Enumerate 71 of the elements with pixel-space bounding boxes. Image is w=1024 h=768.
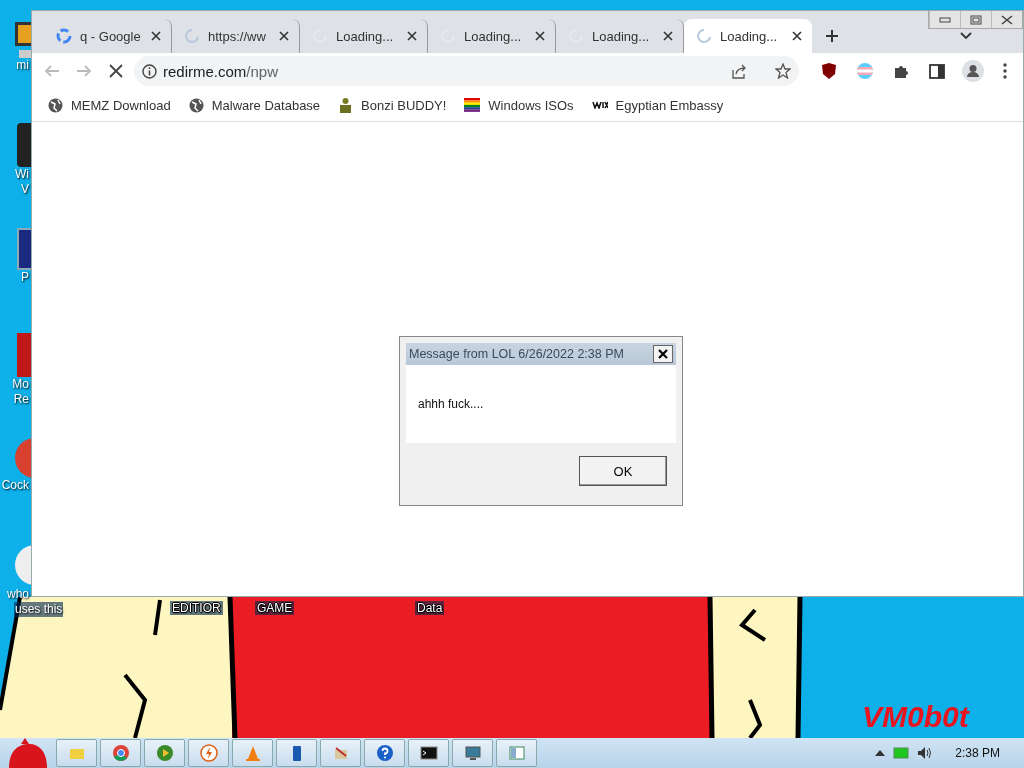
tab-title: q - Google [80,28,142,44]
icon-label: V [20,182,30,197]
close-icon[interactable] [663,31,673,41]
console-icon [419,744,438,762]
icon-label: mi [15,58,30,73]
globe-icon [188,97,204,113]
tab-title: https://ww [208,28,267,44]
info-icon[interactable] [142,63,157,79]
icon-label: Data [415,601,445,615]
spinner-icon [696,28,712,44]
icon-label: Re [12,392,30,407]
avatar-icon[interactable] [962,60,984,82]
window-icon [507,744,526,762]
dialog-message: ahhh fuck.... [418,397,484,411]
close-icon[interactable] [279,31,289,41]
clock[interactable]: 2:38 PM [955,746,1000,760]
browser-tab[interactable]: Loading... [684,19,812,53]
icon-label: P [20,270,30,285]
icon-label: Cock [0,478,30,493]
monitor-icon [463,744,482,762]
minimize-icon [939,16,951,23]
close-icon[interactable] [151,31,161,41]
bookmark-link[interactable]: Egyptian Embassy [591,97,724,113]
rainbow-flag-icon [464,98,481,112]
lightning-icon [199,744,218,762]
traffic-cone-icon [243,744,262,762]
up-arrow-icon[interactable] [875,750,886,756]
help-icon [375,744,394,762]
side-panel-icon[interactable] [929,63,945,79]
tab-title: Loading... [336,28,395,44]
close-button[interactable] [653,345,673,363]
tab-title: Loading... [464,28,523,44]
restore-icon [970,14,982,25]
tab-title: Loading... [592,28,651,44]
bookmark-link[interactable]: Bonzi BUDDY! [338,97,447,113]
media-player-icon [155,744,174,762]
speaker-icon[interactable] [917,746,934,760]
chevron-down-icon[interactable] [960,32,972,40]
puzzle-icon[interactable] [893,63,909,79]
icon-label: who [6,587,30,602]
close-icon [1001,14,1013,25]
spinner-icon [184,28,200,44]
computer-icon [15,22,31,58]
share-icon[interactable] [731,63,747,79]
menu-icon[interactable] [1003,63,1007,79]
ok-button[interactable]: OK [579,456,667,486]
wix-logo-icon [591,101,608,109]
stop-icon[interactable] [109,64,123,78]
plus-icon[interactable] [825,29,839,43]
tab-title: Loading... [720,28,779,44]
chrome-icon [111,744,130,762]
url-text: redirme.com/npw [163,62,279,80]
star-icon[interactable] [775,63,791,79]
icon-label: Mo [11,377,30,392]
icon-label: GAME [255,601,295,615]
address-bar[interactable]: redirme.com/npw [134,56,799,86]
bookmark-link[interactable]: Windows ISOs [464,97,574,113]
taskbar-button[interactable] [408,739,449,767]
icon-label: EDITIOR [170,601,223,615]
icon-label: Wi [14,167,30,182]
dialog-title: Message from LOL 6/26/2022 2:38 PM [409,347,624,361]
bookmark-link[interactable]: MEMZ Download [48,97,171,113]
globe-icon [48,97,63,113]
bookmark-link[interactable]: Malware Database [188,97,321,113]
close-icon[interactable] [535,31,545,41]
close-icon [658,349,668,359]
close-icon[interactable] [407,31,417,41]
close-icon[interactable] [792,31,802,41]
shield-icon[interactable] [821,62,837,80]
figure-icon [338,97,354,113]
wallpaper-text: VM0b0t [862,700,969,734]
